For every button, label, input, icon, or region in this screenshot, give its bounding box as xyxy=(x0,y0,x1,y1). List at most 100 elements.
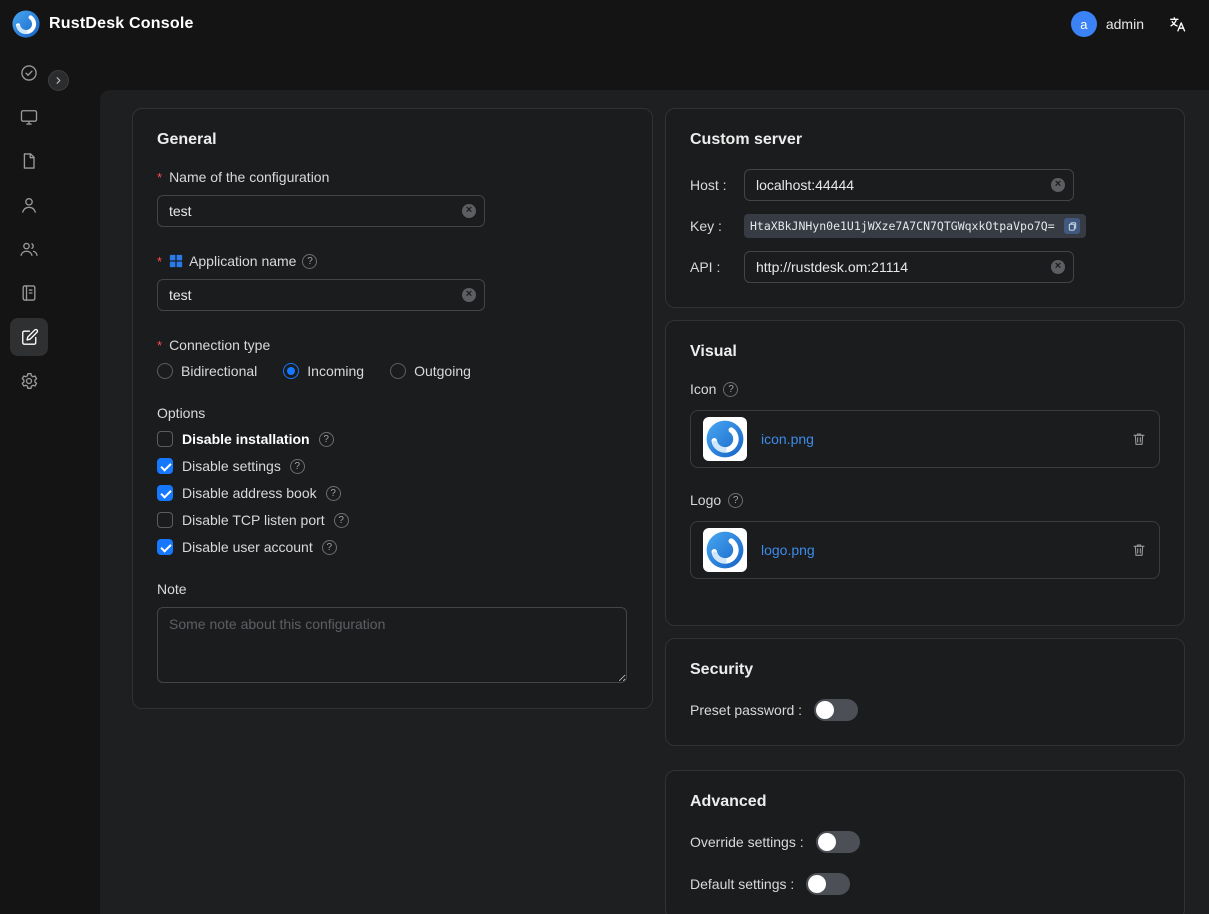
sidebar-item-users[interactable] xyxy=(10,186,48,224)
rustdesk-logo-icon xyxy=(12,10,40,38)
brand[interactable]: RustDesk Console xyxy=(12,10,194,38)
checkbox-disable-user-account[interactable]: Disable user account ? xyxy=(157,539,628,555)
icon-file-box: icon.png xyxy=(690,410,1160,468)
default-settings-row: Default settings : xyxy=(690,873,1160,895)
radio-circle[interactable] xyxy=(283,363,299,379)
clear-icon[interactable]: × xyxy=(1051,260,1065,274)
sidebar-item-settings[interactable] xyxy=(10,362,48,400)
icon-file-link[interactable]: icon.png xyxy=(761,431,1117,447)
help-icon[interactable]: ? xyxy=(322,540,337,555)
user-icon xyxy=(19,195,39,215)
trash-icon[interactable] xyxy=(1131,542,1147,558)
override-settings-toggle[interactable] xyxy=(816,831,860,853)
help-icon[interactable]: ? xyxy=(290,459,305,474)
logo-file-box: logo.png xyxy=(690,521,1160,579)
clear-icon[interactable]: × xyxy=(462,204,476,218)
radio-incoming[interactable]: Incoming xyxy=(283,363,364,379)
top-bar: RustDesk Console a admin xyxy=(0,0,1209,48)
language-icon[interactable] xyxy=(1168,15,1187,34)
note-group: Note xyxy=(157,581,628,686)
radio-circle[interactable] xyxy=(157,363,173,379)
checkbox-box[interactable] xyxy=(157,458,173,474)
checkbox-disable-installation[interactable]: Disable installation ? xyxy=(157,431,628,447)
left-column: General * Name of the configuration × xyxy=(132,108,653,709)
sidebar-item-groups[interactable] xyxy=(10,230,48,268)
checkbox-box[interactable] xyxy=(157,539,173,555)
checkbox-box[interactable] xyxy=(157,512,173,528)
logo-file-link[interactable]: logo.png xyxy=(761,542,1117,558)
options-group: Options Disable installation ? Disable s… xyxy=(157,405,628,555)
custom-server-title: Custom server xyxy=(690,131,1160,149)
app-name-input[interactable] xyxy=(157,279,485,311)
help-icon[interactable]: ? xyxy=(326,486,341,501)
security-title: Security xyxy=(690,661,1160,679)
trash-icon[interactable] xyxy=(1131,431,1147,447)
copy-icon[interactable] xyxy=(1064,218,1080,234)
note-wrap xyxy=(157,607,627,686)
help-icon[interactable]: ? xyxy=(334,513,349,528)
logo-upload-label: Logo xyxy=(690,492,721,508)
api-row: API : × xyxy=(690,251,1160,283)
key-value-chip: HtaXBkJNHyn0e1U1jWXze7A7CN7QTGWqxkOtpaVp… xyxy=(744,214,1086,238)
sidebar-item-dashboard[interactable] xyxy=(10,54,48,92)
override-settings-row: Override settings : xyxy=(690,831,1160,853)
note-textarea[interactable] xyxy=(157,607,627,683)
checkbox-disable-address-book[interactable]: Disable address book ? xyxy=(157,485,628,501)
default-settings-label: Default settings : xyxy=(690,876,794,892)
checkbox-disable-settings[interactable]: Disable settings ? xyxy=(157,458,628,474)
logo-thumbnail xyxy=(703,528,747,572)
host-label: Host : xyxy=(690,177,744,193)
sidebar-item-custom-client[interactable] xyxy=(10,318,48,356)
audit-log-icon xyxy=(19,283,39,303)
sidebar-item-devices[interactable] xyxy=(10,98,48,136)
key-label: Key : xyxy=(690,218,744,234)
user-menu[interactable]: a admin xyxy=(1071,11,1144,37)
help-icon[interactable]: ? xyxy=(728,493,743,508)
general-card: General * Name of the configuration × xyxy=(132,108,653,709)
override-settings-label: Override settings : xyxy=(690,834,804,850)
toggle-knob xyxy=(816,701,834,719)
radio-circle[interactable] xyxy=(390,363,406,379)
radio-bidirectional[interactable]: Bidirectional xyxy=(157,363,257,379)
preset-password-label: Preset password : xyxy=(690,702,802,718)
options-label: Options xyxy=(157,405,628,421)
windows-icon xyxy=(169,254,183,268)
config-name-input[interactable] xyxy=(157,195,485,227)
connection-type-radio-group: Bidirectional Incoming Outgoing xyxy=(157,363,628,379)
app-name-label-row: * Application name ? xyxy=(157,253,628,269)
logo-upload-label-row: Logo ? xyxy=(690,492,1160,508)
app-root: RustDesk Console a admin xyxy=(0,0,1209,914)
required-marker: * xyxy=(157,338,162,353)
clear-icon[interactable]: × xyxy=(462,288,476,302)
app-name-group: * Application name ? × xyxy=(157,253,628,311)
radio-outgoing[interactable]: Outgoing xyxy=(390,363,471,379)
sidebar-item-audit-logs[interactable] xyxy=(10,274,48,312)
api-input[interactable] xyxy=(744,251,1074,283)
key-row: Key : HtaXBkJNHyn0e1U1jWXze7A7CN7QTGWqxk… xyxy=(690,214,1160,238)
api-label: API : xyxy=(690,259,744,275)
icon-upload-label: Icon xyxy=(690,381,716,397)
checkbox-box[interactable] xyxy=(157,485,173,501)
radio-label: Outgoing xyxy=(414,363,471,379)
sidebar-item-documents[interactable] xyxy=(10,142,48,180)
clear-icon[interactable]: × xyxy=(1051,178,1065,192)
preset-password-row: Preset password : xyxy=(690,699,1160,721)
checkbox-disable-tcp-listen-port[interactable]: Disable TCP listen port ? xyxy=(157,512,628,528)
app-name-label: Application name xyxy=(189,253,296,269)
default-settings-toggle[interactable] xyxy=(806,873,850,895)
sidebar-expand-button[interactable] xyxy=(48,70,69,91)
checkbox-box[interactable] xyxy=(157,431,173,447)
devices-icon xyxy=(19,107,39,127)
host-input[interactable] xyxy=(744,169,1074,201)
help-icon[interactable]: ? xyxy=(302,254,317,269)
security-card: Security Preset password : xyxy=(665,638,1185,746)
visual-card: Visual Icon ? icon.png xyxy=(665,320,1185,626)
custom-client-icon xyxy=(19,327,39,347)
help-icon[interactable]: ? xyxy=(723,382,738,397)
preset-password-toggle[interactable] xyxy=(814,699,858,721)
api-input-wrap: × xyxy=(744,251,1074,283)
checkbox-label: Disable settings xyxy=(182,458,281,474)
radio-label: Bidirectional xyxy=(181,363,257,379)
main-layout: General * Name of the configuration × xyxy=(0,48,1209,914)
help-icon[interactable]: ? xyxy=(319,432,334,447)
